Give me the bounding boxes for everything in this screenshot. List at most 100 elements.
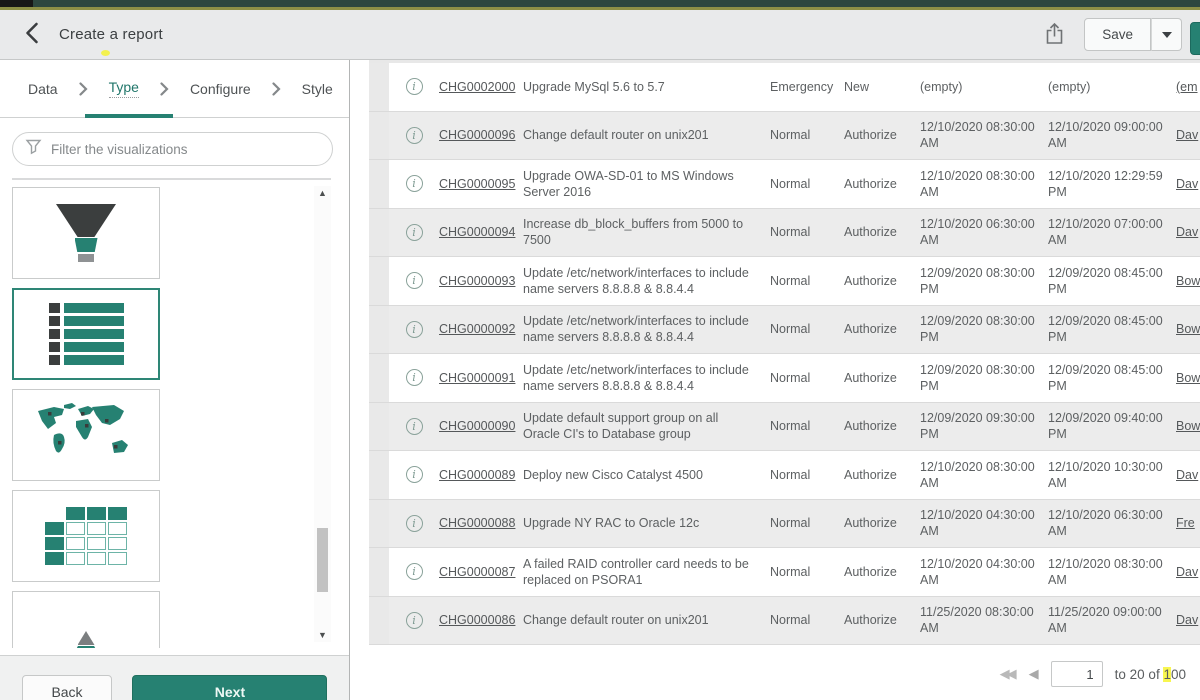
- start-date-cell: 12/10/2020 06:30:00 AM: [916, 209, 1044, 257]
- end-date-cell: 11/25/2020 09:00:00 AM: [1044, 597, 1172, 645]
- table-row[interactable]: iCHG0000095Upgrade OWA-SD-01 to MS Windo…: [369, 160, 1200, 209]
- info-icon[interactable]: i: [406, 612, 423, 629]
- record-number-link[interactable]: CHG0000095: [439, 176, 515, 192]
- assigned-cell: Bow: [1172, 257, 1200, 305]
- assigned-cell: Fre: [1172, 500, 1200, 548]
- state-cell: Authorize: [844, 548, 916, 596]
- assigned-to-link[interactable]: Dav: [1176, 612, 1198, 628]
- info-icon[interactable]: i: [406, 321, 423, 338]
- viz-thumbnail-heatmap[interactable]: [12, 490, 160, 582]
- info-icon[interactable]: i: [406, 272, 423, 289]
- info-icon[interactable]: i: [406, 515, 423, 532]
- table-row[interactable]: iCHG0000090Update default support group …: [369, 403, 1200, 452]
- viz-thumbnail-pyramid[interactable]: [12, 591, 160, 648]
- description-cell: Increase db_block_buffers from 5000 to 7…: [523, 209, 766, 257]
- info-icon[interactable]: i: [406, 466, 423, 483]
- state-cell: Authorize: [844, 306, 916, 354]
- viz-thumbnail-list[interactable]: [12, 288, 160, 380]
- end-date-cell: 12/09/2020 08:45:00 PM: [1044, 257, 1172, 305]
- info-icon[interactable]: i: [406, 418, 423, 435]
- record-number-link[interactable]: CHG0000091: [439, 370, 515, 386]
- assigned-to-link[interactable]: Dav: [1176, 176, 1198, 192]
- table-row[interactable]: iCHG0000088Upgrade NY RAC to Oracle 12cN…: [369, 500, 1200, 549]
- number-cell: CHG0000096: [439, 112, 523, 160]
- save-split-button: Save: [1084, 18, 1182, 51]
- record-number-link[interactable]: CHG0000089: [439, 467, 515, 483]
- assigned-to-link[interactable]: Bow: [1176, 370, 1200, 386]
- end-date-cell: 12/09/2020 08:45:00 PM: [1044, 354, 1172, 402]
- state-cell: Authorize: [844, 160, 916, 208]
- record-number-link[interactable]: CHG0000092: [439, 321, 515, 337]
- record-number-link[interactable]: CHG0000087: [439, 564, 515, 580]
- data-preview-pane: iCHG0002000Upgrade MySql 5.6 to 5.7Emerg…: [350, 60, 1200, 700]
- table-row[interactable]: iCHG0000091Update /etc/network/interface…: [369, 354, 1200, 403]
- back-button[interactable]: [22, 20, 41, 49]
- info-icon[interactable]: i: [406, 224, 423, 241]
- info-icon[interactable]: i: [406, 127, 423, 144]
- heatmap-table-icon: [45, 507, 127, 565]
- viz-thumbnail-funnel[interactable]: [12, 187, 160, 279]
- edge-primary-button[interactable]: [1190, 22, 1200, 55]
- assigned-to-link[interactable]: (em: [1176, 79, 1198, 95]
- breadcrumb-step-type[interactable]: Type: [109, 79, 139, 98]
- state-cell: Authorize: [844, 209, 916, 257]
- assigned-to-link[interactable]: Bow: [1176, 321, 1200, 337]
- page-number-input[interactable]: [1051, 661, 1103, 687]
- table-row[interactable]: iCHG0000089Deploy new Cisco Catalyst 450…: [369, 451, 1200, 500]
- assigned-to-link[interactable]: Dav: [1176, 467, 1198, 483]
- breadcrumb-step-data[interactable]: Data: [28, 81, 58, 97]
- info-icon[interactable]: i: [406, 175, 423, 192]
- record-number-link[interactable]: CHG0000093: [439, 273, 515, 289]
- table-row[interactable]: i CHG0000093 Update /etc/network/interface…: [369, 257, 1200, 306]
- table-row[interactable]: iCHG0000092Update /etc/network/interface…: [369, 306, 1200, 355]
- breadcrumb-step-style[interactable]: Style: [302, 81, 333, 97]
- start-date-cell: 12/09/2020 08:30:00 PM: [916, 306, 1044, 354]
- info-icon[interactable]: i: [406, 369, 423, 386]
- assigned-to-link[interactable]: Dav: [1176, 224, 1198, 240]
- table-row[interactable]: iCHG0000087A failed RAID controller card…: [369, 548, 1200, 597]
- record-number-link[interactable]: CHG0000094: [439, 224, 515, 240]
- funnel-chart-icon: [56, 204, 116, 262]
- assigned-to-link[interactable]: Dav: [1176, 127, 1198, 143]
- click-highlight-dot: [101, 50, 110, 56]
- active-step-indicator: [85, 114, 173, 118]
- description-cell: Update /etc/network/interfaces to includ…: [523, 257, 766, 305]
- assigned-to-link[interactable]: Bow: [1176, 418, 1200, 434]
- viz-scrollbar[interactable]: ▲ ▼: [314, 186, 331, 642]
- back-step-button[interactable]: Back: [22, 675, 112, 700]
- pagination-bar: ◀◀ ◀ to 20 of 100: [1000, 661, 1186, 687]
- filter-visualizations-input[interactable]: [51, 142, 320, 157]
- table-row[interactable]: iCHG0002000Upgrade MySql 5.6 to 5.7Emerg…: [369, 63, 1200, 112]
- start-date-cell: 12/09/2020 08:30:00 PM: [916, 257, 1044, 305]
- table-row[interactable]: iCHG0000096Change default router on unix…: [369, 112, 1200, 161]
- priority-cell: Normal: [766, 548, 844, 596]
- breadcrumb-step-configure[interactable]: Configure: [190, 81, 251, 97]
- save-dropdown-button[interactable]: [1151, 18, 1182, 51]
- info-cell: i: [389, 306, 439, 354]
- share-button[interactable]: [1043, 20, 1066, 50]
- scroll-up-icon[interactable]: ▲: [314, 188, 331, 198]
- funnel-filter-icon: [25, 138, 42, 160]
- record-number-link[interactable]: CHG0000088: [439, 515, 515, 531]
- number-cell: CHG0000088: [439, 500, 523, 548]
- info-icon[interactable]: i: [406, 563, 423, 580]
- number-cell: CHG0000093: [439, 257, 523, 305]
- table-row[interactable]: i CHG0000094 Increase db_block_buffers fro…: [369, 209, 1200, 258]
- assigned-to-link[interactable]: Bow: [1176, 273, 1200, 289]
- previous-page-button[interactable]: ◀: [1029, 666, 1039, 682]
- viz-thumbnail-map[interactable]: [12, 389, 160, 481]
- assigned-to-link[interactable]: Fre: [1176, 515, 1195, 531]
- first-page-button[interactable]: ◀◀: [1000, 666, 1017, 682]
- record-number-link[interactable]: CHG0000090: [439, 418, 515, 434]
- record-number-link[interactable]: CHG0000086: [439, 612, 515, 628]
- save-button[interactable]: Save: [1084, 18, 1151, 51]
- table-row[interactable]: iCHG0000086Change default router on unix…: [369, 597, 1200, 646]
- scroll-down-icon[interactable]: ▼: [314, 630, 331, 640]
- info-icon[interactable]: i: [406, 78, 423, 95]
- assigned-to-link[interactable]: Dav: [1176, 564, 1198, 580]
- record-number-link[interactable]: CHG0000096: [439, 127, 515, 143]
- state-cell: Authorize: [844, 500, 916, 548]
- next-step-button[interactable]: Next: [132, 675, 327, 700]
- scrollbar-thumb[interactable]: [317, 528, 328, 592]
- record-number-link[interactable]: CHG0002000: [439, 79, 515, 95]
